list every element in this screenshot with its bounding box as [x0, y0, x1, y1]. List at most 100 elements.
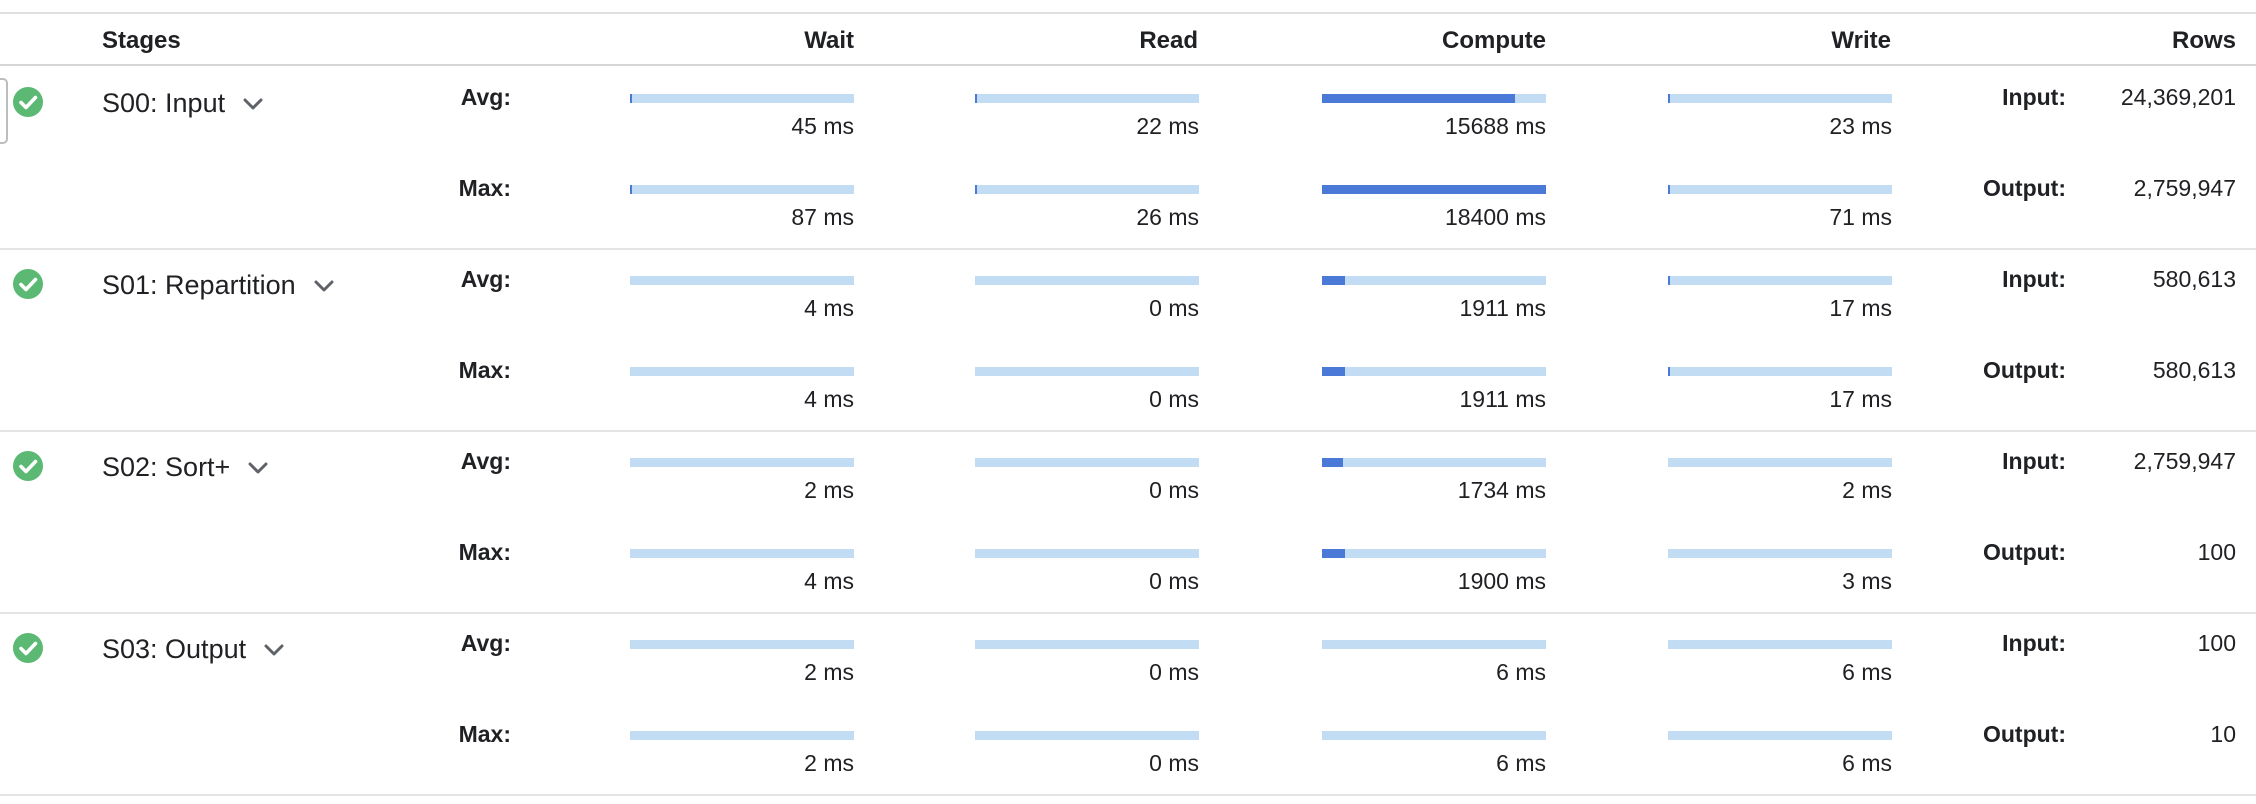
wait-value: 87 ms [791, 204, 854, 230]
wait-cell: 4 ms [630, 549, 854, 595]
read-cell: 22 ms [975, 94, 1199, 140]
wait-bar-track [630, 367, 854, 376]
wait-value: 2 ms [804, 477, 854, 503]
table-header: Stages Wait Read Compute Write Rows [0, 14, 2256, 66]
compute-value: 1900 ms [1457, 568, 1546, 594]
header-rows: Rows [2171, 27, 2236, 54]
read-cell: 0 ms [975, 640, 1199, 686]
write-cell: 2 ms [1668, 458, 1892, 504]
read-bar-fill [975, 94, 977, 103]
compute-bar-track [1322, 549, 1546, 558]
write-bar-track [1668, 367, 1892, 376]
read-value: 0 ms [1149, 568, 1199, 594]
read-value: 0 ms [1149, 659, 1199, 685]
read-bar-track [975, 367, 1199, 376]
wait-cell: 45 ms [630, 94, 854, 140]
avg-label: Avg: [460, 630, 511, 656]
wait-bar-track [630, 94, 854, 103]
write-bar-track [1668, 458, 1892, 467]
compute-bar-fill [1322, 94, 1515, 103]
read-bar-track [975, 185, 1199, 194]
write-bar-track [1668, 640, 1892, 649]
wait-bar-track [630, 276, 854, 285]
wait-bar-track [630, 185, 854, 194]
write-bar-fill [1668, 276, 1670, 285]
max-metric-row: Max: 4 ms 0 ms 1911 ms 17 ms Output: 580,613 [0, 353, 2256, 423]
write-cell: 17 ms [1668, 367, 1892, 413]
write-value: 17 ms [1829, 295, 1892, 321]
compute-bar-track [1322, 458, 1546, 467]
write-value: 6 ms [1842, 750, 1892, 776]
compute-bar-track [1322, 367, 1546, 376]
avg-label: Avg: [460, 448, 511, 474]
wait-bar-track [630, 731, 854, 740]
stage-row: S00: Input Avg: 45 ms 22 ms 15688 ms 23 ms Inp… [0, 66, 2256, 250]
avg-metric-row: Avg: 2 ms 0 ms 6 ms 6 ms Input: 100 [0, 626, 2256, 696]
compute-cell: 1911 ms [1322, 276, 1546, 322]
compute-bar-fill [1322, 276, 1345, 285]
max-label: Max: [458, 721, 511, 747]
write-bar-track [1668, 185, 1892, 194]
write-value: 17 ms [1829, 386, 1892, 412]
compute-cell: 18400 ms [1322, 185, 1546, 231]
input-rows-value: 24,369,201 [2120, 84, 2236, 110]
read-bar-track [975, 94, 1199, 103]
read-value: 22 ms [1136, 113, 1199, 139]
output-rows-value: 2,759,947 [2133, 175, 2236, 201]
output-rows-label: Output: [1982, 721, 2066, 747]
compute-value: 15688 ms [1444, 113, 1546, 139]
compute-bar-fill [1322, 367, 1345, 376]
write-cell: 17 ms [1668, 276, 1892, 322]
compute-bar-track [1322, 185, 1546, 194]
read-value: 0 ms [1149, 295, 1199, 321]
compute-value: 18400 ms [1444, 204, 1546, 230]
write-value: 71 ms [1829, 204, 1892, 230]
read-bar-track [975, 731, 1199, 740]
write-cell: 6 ms [1668, 731, 1892, 777]
input-rows-label: Input: [2002, 84, 2066, 110]
compute-cell: 1900 ms [1322, 549, 1546, 595]
wait-bar-fill [630, 94, 632, 103]
wait-value: 2 ms [804, 750, 854, 776]
write-bar-track [1668, 549, 1892, 558]
output-rows-label: Output: [1982, 539, 2066, 565]
write-value: 3 ms [1842, 568, 1892, 594]
write-bar-track [1668, 94, 1892, 103]
header-compute: Compute [1442, 27, 1546, 54]
compute-value: 1911 ms [1459, 295, 1546, 321]
write-bar-fill [1668, 94, 1670, 103]
read-cell: 0 ms [975, 276, 1199, 322]
compute-bar-track [1322, 94, 1546, 103]
compute-bar-fill [1322, 549, 1345, 558]
write-bar-track [1668, 276, 1892, 285]
stage-row: S01: Repartition Avg: 4 ms 0 ms 1911 ms 17 ms… [0, 248, 2256, 432]
read-value: 26 ms [1136, 204, 1199, 230]
write-cell: 3 ms [1668, 549, 1892, 595]
max-label: Max: [458, 357, 511, 383]
read-bar-track [975, 276, 1199, 285]
compute-value: 1734 ms [1457, 477, 1546, 503]
compute-bar-fill [1322, 458, 1343, 467]
output-rows-value: 10 [2210, 721, 2236, 747]
compute-value: 1911 ms [1459, 386, 1546, 412]
compute-cell: 1911 ms [1322, 367, 1546, 413]
wait-bar-track [630, 640, 854, 649]
input-rows-value: 2,759,947 [2133, 448, 2236, 474]
input-rows-label: Input: [2002, 630, 2066, 656]
write-cell: 71 ms [1668, 185, 1892, 231]
input-rows-value: 580,613 [2152, 266, 2236, 292]
compute-bar-fill [1322, 185, 1546, 194]
compute-value: 6 ms [1496, 659, 1546, 685]
max-label: Max: [458, 539, 511, 565]
read-cell: 0 ms [975, 458, 1199, 504]
read-bar-fill [975, 185, 977, 194]
compute-bar-track [1322, 640, 1546, 649]
input-rows-label: Input: [2002, 266, 2066, 292]
wait-bar-track [630, 549, 854, 558]
read-cell: 26 ms [975, 185, 1199, 231]
output-rows-value: 100 [2197, 539, 2236, 565]
output-rows-label: Output: [1982, 357, 2066, 383]
max-metric-row: Max: 87 ms 26 ms 18400 ms 71 ms Output: 2,759,… [0, 171, 2256, 241]
compute-bar-track [1322, 731, 1546, 740]
wait-cell: 2 ms [630, 731, 854, 777]
